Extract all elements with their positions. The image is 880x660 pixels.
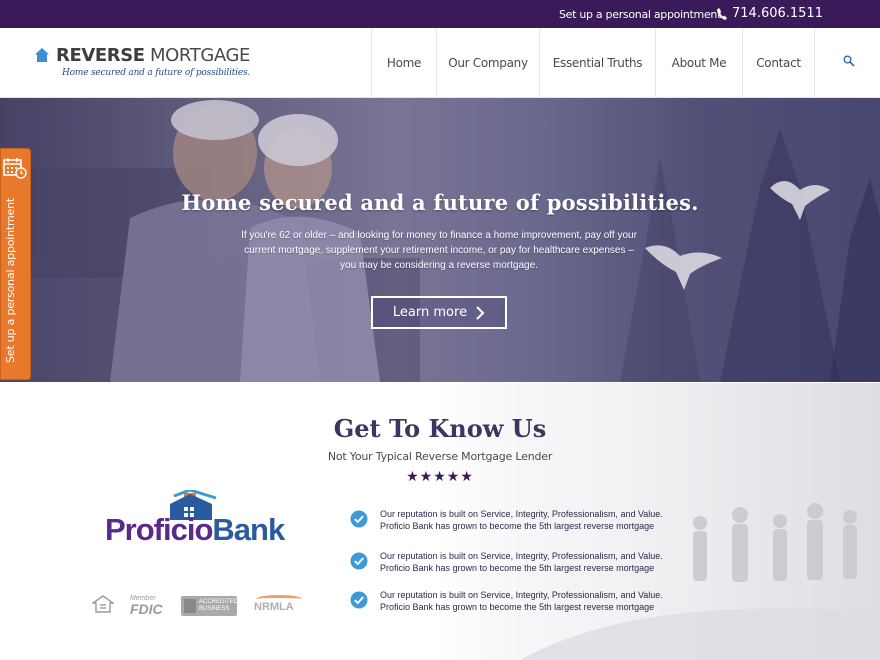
fdic-badge: Member FDIC bbox=[130, 595, 163, 616]
bbb-badge: ACCREDITED BUSINESS bbox=[181, 596, 239, 616]
section-subtitle: Not Your Typical Reverse Mortgage Lender bbox=[327, 450, 553, 463]
nrmla-badge: NRMLA bbox=[254, 595, 304, 615]
nrmla-arc-icon bbox=[256, 595, 302, 603]
point-line2: Proficio Bank has grown to become the 5t… bbox=[380, 602, 655, 612]
equal-housing-icon bbox=[92, 595, 114, 613]
check-circle-icon bbox=[350, 510, 368, 528]
house-icon bbox=[35, 48, 49, 62]
list-item: Our reputation is built on Service, Inte… bbox=[350, 508, 710, 536]
point-text: Our reputation is built on Service, Inte… bbox=[380, 589, 663, 613]
hero-description: If you're 62 or older – and looking for … bbox=[241, 230, 637, 271]
proficio-name-part2: Bank bbox=[212, 512, 285, 547]
hero-title: Home secured and a future of possibiliti… bbox=[181, 190, 699, 215]
point-text: Our reputation is built on Service, Inte… bbox=[380, 508, 663, 532]
nav-essential-truths[interactable]: Essential Truths bbox=[539, 28, 655, 97]
section-title: Get To Know Us bbox=[333, 414, 547, 443]
top-bar: Set up a personal appointment 714.606.15… bbox=[0, 0, 880, 28]
point-text: Our reputation is built on Service, Inte… bbox=[380, 550, 663, 574]
side-tab-label: Set up a personal appointment bbox=[4, 198, 17, 363]
point-line1: Our reputation is built on Service, Inte… bbox=[380, 590, 663, 600]
fdic-label: FDIC bbox=[130, 601, 163, 617]
check-circle-icon bbox=[350, 591, 368, 609]
list-item: Our reputation is built on Service, Inte… bbox=[350, 589, 710, 617]
search-icon[interactable] bbox=[843, 55, 855, 67]
accreditation-badges: Member FDIC ACCREDITED BUSINESS NRMLA bbox=[92, 592, 308, 618]
proficio-bank-logo[interactable]: ProficioBank bbox=[104, 490, 304, 554]
appointment-link[interactable]: Set up a personal appointment bbox=[559, 8, 721, 21]
logo-tagline: Home secured and a future of possibiliti… bbox=[62, 68, 251, 78]
point-line2: Proficio Bank has grown to become the 5t… bbox=[380, 521, 655, 531]
chevron-right-icon bbox=[476, 305, 485, 320]
proficio-bank-name: ProficioBank bbox=[105, 512, 285, 548]
main-nav: Home Our Company Essential Truths About … bbox=[371, 28, 815, 97]
site-logo[interactable]: REVERSE MORTGAGE Home secured and a futu… bbox=[34, 46, 254, 86]
proficio-name-part1: Proficio bbox=[105, 512, 213, 547]
calendar-icon bbox=[3, 158, 27, 179]
point-line2: Proficio Bank has grown to become the 5t… bbox=[380, 563, 655, 573]
nav-contact[interactable]: Contact bbox=[742, 28, 815, 97]
logo-brand-light: MORTGAGE bbox=[144, 45, 250, 66]
list-item: Our reputation is built on Service, Inte… bbox=[350, 550, 710, 578]
point-line1: Our reputation is built on Service, Inte… bbox=[380, 551, 663, 561]
logo-brand-bold: REVERSE bbox=[56, 45, 145, 66]
phone-number[interactable]: 714.606.1511 bbox=[732, 6, 823, 21]
check-circle-icon bbox=[350, 552, 368, 570]
bbb-label: ACCREDITED BUSINESS bbox=[199, 599, 239, 612]
star-rating: ★★★★★ bbox=[406, 469, 474, 485]
logo-brand: REVERSE MORTGAGE bbox=[56, 46, 250, 66]
nav-our-company[interactable]: Our Company bbox=[436, 28, 539, 97]
point-line1: Our reputation is built on Service, Inte… bbox=[380, 509, 663, 519]
site-header: REVERSE MORTGAGE Home secured and a futu… bbox=[0, 28, 880, 98]
bbb-icon bbox=[184, 599, 196, 613]
appointment-side-tab[interactable]: Set up a personal appointment bbox=[0, 148, 31, 380]
hero-banner: Home secured and a future of possibiliti… bbox=[0, 98, 880, 382]
phone-icon bbox=[717, 8, 727, 20]
learn-more-button[interactable]: Learn more bbox=[371, 296, 507, 329]
nav-about-me[interactable]: About Me bbox=[655, 28, 742, 97]
learn-more-label: Learn more bbox=[392, 305, 468, 320]
nav-home[interactable]: Home bbox=[371, 28, 436, 97]
